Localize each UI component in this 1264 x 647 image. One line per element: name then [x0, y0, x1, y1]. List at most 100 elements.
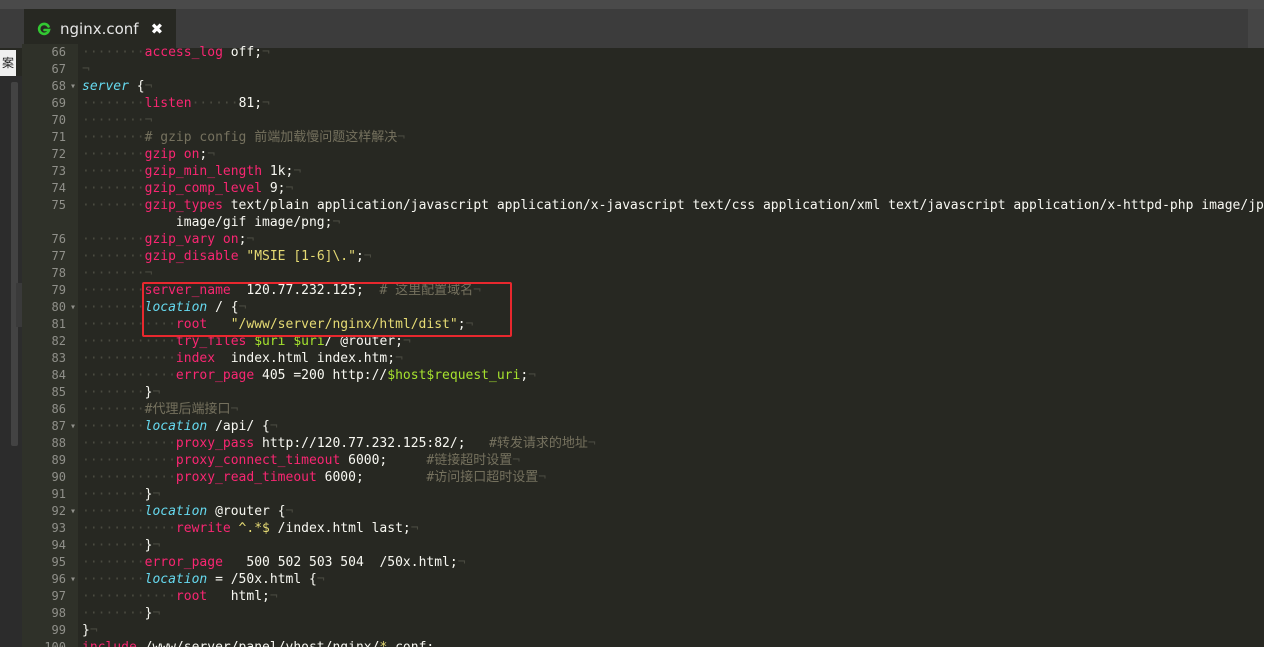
code-line[interactable]: 76 ········gzip_vary on;¬ [22, 231, 1264, 248]
code-token: ¬ [89, 623, 98, 638]
side-panel-label[interactable]: 案 [0, 50, 16, 76]
line-number: 82 [51, 334, 66, 348]
fold-arrow-icon[interactable]: ▾ [70, 299, 76, 316]
code-text: ············index index.html index.htm;¬ [82, 350, 403, 367]
line-number: 77 [51, 249, 66, 263]
code-line[interactable]: 85 ········}¬ [22, 384, 1264, 401]
code-token: error_page [175, 368, 255, 383]
code-token: ¬ [332, 215, 341, 230]
code-token: ········ [82, 164, 145, 179]
code-token: } [82, 623, 90, 638]
code-token: ¬ [152, 538, 161, 553]
code-text: ········gzip_comp_level 9;¬ [82, 180, 293, 197]
code-token: ········ [82, 147, 145, 162]
code-token: ¬ [395, 351, 403, 366]
code-line[interactable]: 90 ············proxy_read_timeout 6000; #… [22, 469, 1264, 486]
code-token: .conf; [387, 640, 434, 647]
code-token: ¬ [207, 147, 216, 162]
code-text: ············error_page 405 =200 http://$… [82, 367, 536, 384]
tab-nginx-conf[interactable]: nginx.conf ✖ [24, 9, 176, 48]
code-line[interactable]: 69 ········listen······81;¬ [22, 95, 1264, 112]
code-token: ········ [82, 130, 145, 145]
code-line[interactable]: 78 ········¬ [22, 265, 1264, 282]
left-scrollbar[interactable] [0, 76, 22, 647]
code-token: ¬ [152, 487, 161, 502]
code-text: ········error_page 500 502 503 504 /50x.… [82, 554, 466, 571]
code-line[interactable]: 100 include /www/server/panel/vhost/nginx… [22, 639, 1264, 647]
code-line[interactable]: 73 ········gzip_min_length 1k;¬ [22, 163, 1264, 180]
code-line[interactable]: 67 ¬ [22, 61, 1264, 78]
code-line[interactable]: 72 ········gzip on;¬ [22, 146, 1264, 163]
code-line[interactable]: 95 ········error_page 500 502 503 504 /50… [22, 554, 1264, 571]
code-token: ¬ [512, 453, 521, 468]
code-token: http://120.77.232.125:82/; [254, 436, 490, 451]
code-token: ¬ [457, 555, 466, 570]
fold-arrow-icon[interactable]: ▾ [70, 503, 76, 520]
code-line[interactable]: 94 ········}¬ [22, 537, 1264, 554]
code-line[interactable]: 88 ············proxy_pass http://120.77.2… [22, 435, 1264, 452]
code-line[interactable]: 87 ▾ ········location /api/ {¬ [22, 418, 1264, 435]
code-token: ¬ [246, 232, 255, 247]
line-number: 89 [51, 453, 66, 467]
line-number: 74 [51, 181, 66, 195]
code-token: ········ [82, 385, 145, 400]
code-line[interactable]: 75 ········gzip_types text/plain applicat… [22, 197, 1264, 214]
code-token: gzip_comp_level [144, 181, 263, 196]
code-token: 9; [262, 181, 286, 196]
code-line[interactable]: 83 ············index index.html index.htm… [22, 350, 1264, 367]
close-icon[interactable]: ✖ [151, 20, 164, 38]
code-token: ¬ [262, 45, 270, 60]
fold-arrow-icon[interactable]: ▾ [70, 78, 76, 95]
code-line[interactable]: 66 ········access_log off;¬ [22, 44, 1264, 61]
code-line[interactable]: 68 ▾ server {¬ [22, 78, 1264, 95]
code-text: ········location /api/ {¬ [82, 418, 278, 435]
code-line[interactable]: 74 ········gzip_comp_level 9;¬ [22, 180, 1264, 197]
code-line[interactable]: 84 ············error_page 405 =200 http:/… [22, 367, 1264, 384]
code-line[interactable]: 77 ········gzip_disable "MSIE [1-6]\.";¬ [22, 248, 1264, 265]
code-text: ········¬ [82, 112, 152, 129]
code-token: on [222, 232, 239, 247]
code-token: ········ [82, 606, 145, 621]
code-token: ········ [82, 419, 145, 434]
code-token: listen [144, 96, 192, 111]
code-line[interactable]: 71 ········# gzip config 前端加载慢问题这样解决¬ [22, 129, 1264, 146]
line-number: 97 [51, 589, 66, 603]
fold-arrow-icon[interactable]: ▾ [70, 571, 76, 588]
code-line[interactable]: 89 ············proxy_connect_timeout 6000… [22, 452, 1264, 469]
code-text: ¬ [82, 61, 90, 78]
window-top-bar [0, 0, 1264, 9]
scrollbar-thumb[interactable] [11, 82, 18, 446]
code-token: ········ [82, 181, 145, 196]
code-text: include /www/server/panel/vhost/nginx/*.… [82, 639, 434, 647]
code-token: 6000; [316, 470, 427, 485]
code-line[interactable]: 91 ········}¬ [22, 486, 1264, 503]
fold-arrow-icon[interactable]: ▾ [70, 418, 76, 435]
code-token: #转发请求的地址 [489, 436, 588, 451]
code-line[interactable]: 99}¬ [22, 622, 1264, 639]
code-token: ¬ [269, 419, 278, 434]
code-line[interactable]: 86 ········#代理后端接口¬ [22, 401, 1264, 418]
line-number: 92 [51, 504, 66, 518]
code-token: ¬ [316, 572, 325, 587]
code-token: ¬ [293, 164, 302, 179]
code-line[interactable]: 92 ▾ ········location @router {¬ [22, 503, 1264, 520]
code-text: ········listen······81;¬ [82, 95, 270, 112]
code-text: ········}¬ [82, 537, 160, 554]
code-token: ········¬ [82, 113, 153, 128]
line-number: 76 [51, 232, 66, 246]
code-editor[interactable]: 66 ········access_log off;¬ 67 ¬ 68 ▾ server {… [22, 44, 1264, 647]
g-file-icon [36, 21, 52, 37]
code-token: gzip [144, 147, 176, 162]
code-line[interactable]: 70 ········¬ [22, 112, 1264, 129]
code-line[interactable]: image/gif image/png;¬ [22, 214, 1264, 231]
code-token: ········ [82, 555, 145, 570]
code-line[interactable]: 93 ············rewrite ^.*$ /index.html l… [22, 520, 1264, 537]
code-line[interactable]: 96 ▾ ········location = /50x.html {¬ [22, 571, 1264, 588]
line-number: 94 [51, 538, 66, 552]
line-number: 99 [51, 623, 66, 637]
code-line[interactable]: 98 ········}¬ [22, 605, 1264, 622]
code-line[interactable]: 97 ············root html;¬ [22, 588, 1264, 605]
